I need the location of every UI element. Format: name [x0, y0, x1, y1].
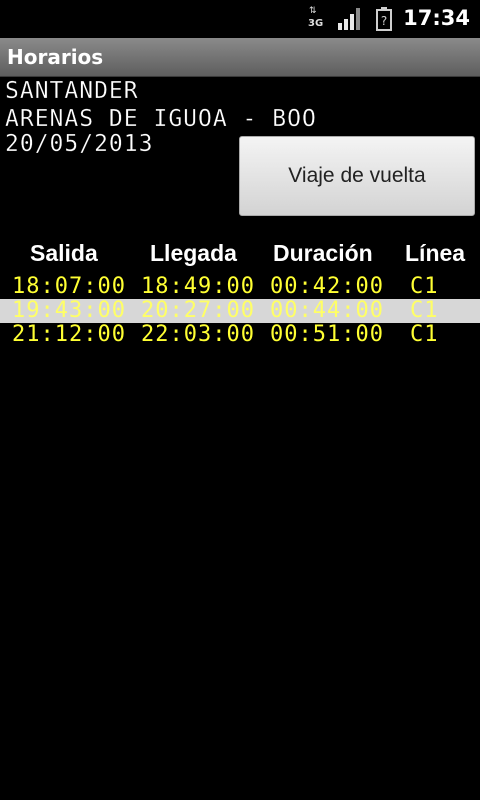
- network-arrows: ⇅: [309, 6, 317, 16]
- network-3g-icon: ⇅ 3G: [306, 7, 324, 31]
- cell-salida: 18:07:00: [12, 274, 126, 299]
- schedule-row[interactable]: 21:12:00 22:03:00 00:51:00 C1: [0, 323, 480, 347]
- cell-duracion: 00:42:00: [270, 274, 384, 299]
- cell-llegada: 22:03:00: [141, 322, 255, 347]
- header-salida: Salida: [30, 240, 98, 266]
- route-date: 20/05/2013: [5, 131, 154, 157]
- cell-duracion: 00:51:00: [270, 322, 384, 347]
- cell-salida: 19:43:00: [12, 298, 126, 323]
- status-time: 17:34: [403, 6, 470, 30]
- page-title: Horarios: [7, 45, 104, 69]
- svg-text:?: ?: [381, 14, 387, 28]
- cell-duracion: 00:44:00: [270, 298, 384, 323]
- schedule-row[interactable]: 18:07:00 18:49:00 00:42:00 C1: [0, 275, 480, 299]
- signal-icon: [338, 8, 360, 30]
- cell-llegada: 18:49:00: [141, 274, 255, 299]
- status-bar: ⇅ 3G ? 17:34: [0, 0, 480, 38]
- header-linea: Línea: [405, 240, 466, 266]
- cell-salida: 21:12:00: [12, 322, 126, 347]
- cell-linea: C1: [410, 274, 439, 299]
- cell-linea: C1: [410, 322, 439, 347]
- cell-linea: C1: [410, 298, 439, 323]
- cell-llegada: 20:27:00: [141, 298, 255, 323]
- schedule-row-selected[interactable]: 19:43:00 20:27:00 00:44:00 C1: [0, 299, 480, 323]
- header-llegada: Llegada: [150, 240, 237, 266]
- schedule-header: Salida Llegada Duración Línea: [0, 240, 480, 270]
- status-icons: ⇅ 3G ?: [306, 7, 392, 31]
- route-destination: ARENAS DE IGUOA - BOO: [5, 106, 317, 132]
- return-trip-button[interactable]: Viaje de vuelta: [239, 136, 475, 216]
- schedule-list: 18:07:00 18:49:00 00:42:00 C1 19:43:00 2…: [0, 275, 480, 347]
- battery-icon: ?: [376, 7, 392, 31]
- header-duracion: Duración: [273, 240, 373, 266]
- network-label: 3G: [308, 18, 324, 29]
- route-origin: SANTANDER: [5, 78, 139, 104]
- title-bar: Horarios: [0, 38, 480, 77]
